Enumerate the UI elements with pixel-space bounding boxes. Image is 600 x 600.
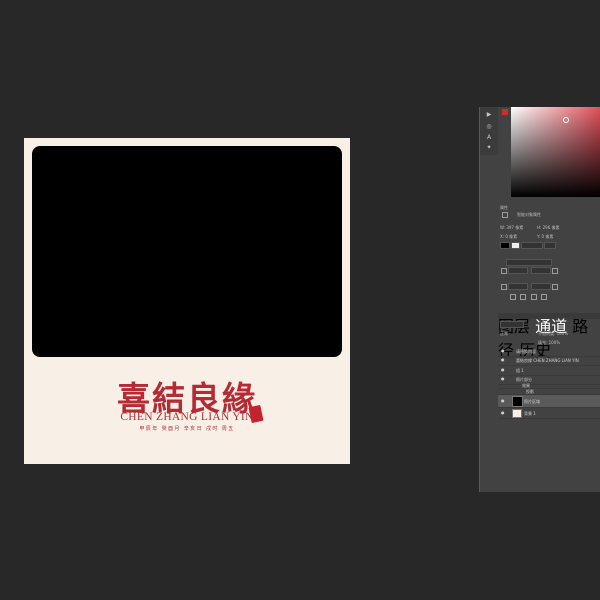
spacing-field-1[interactable] <box>508 267 528 274</box>
spacing-field-2[interactable] <box>531 267 551 274</box>
layer-name: 背景 1 <box>524 411 536 416</box>
height-field[interactable]: H: 296 像素 <box>537 225 560 231</box>
color-box[interactable] <box>500 242 510 249</box>
brush-icon[interactable]: A <box>485 135 493 141</box>
checkbox-1[interactable] <box>501 268 507 274</box>
color-picker-cursor[interactable] <box>563 117 569 123</box>
size-field[interactable] <box>521 242 543 249</box>
align-icon-1[interactable] <box>510 294 516 300</box>
x-field[interactable]: X: 0 像素 <box>500 234 517 240</box>
checkbox-2[interactable] <box>552 268 558 274</box>
properties-header: 属性 <box>500 205 508 210</box>
color-box-white[interactable] <box>511 242 520 249</box>
eye-icon[interactable]: ● <box>501 411 505 415</box>
tool-strip: ▶ ◎ A ✦ <box>480 107 498 155</box>
move-icon[interactable]: ▶ <box>485 112 493 118</box>
properties-kind: 智能对象属性 <box>517 212 541 217</box>
lasso-icon[interactable]: ◎ <box>485 124 493 130</box>
layer-thumbnail <box>512 409 522 418</box>
document-canvas[interactable]: 喜結良緣 CHEN ZHANG LIAN YIN 甲辰年 癸酉月 辛亥日 戌时 … <box>24 138 350 464</box>
eye-icon[interactable]: ● <box>501 399 505 403</box>
layer-thumbnail <box>512 396 523 407</box>
eye-icon[interactable]: ● <box>501 349 505 353</box>
color-picker[interactable] <box>511 107 600 197</box>
hand-icon[interactable]: ✦ <box>485 145 493 151</box>
layer-name: 照片部分 <box>516 377 532 382</box>
y-field[interactable]: Y: 0 像素 <box>537 234 553 240</box>
smart-object-icon <box>502 212 508 218</box>
layer-name: 效果 <box>522 383 530 388</box>
fill-field[interactable]: 填充: 100% <box>538 340 560 346</box>
checkbox-4[interactable] <box>552 284 558 290</box>
canvas-title-en: CHEN ZHANG LIAN YIN <box>120 411 254 423</box>
layer-name: 请替换内容 <box>516 349 536 354</box>
eye-icon[interactable]: ● <box>501 368 505 372</box>
align-icon-3[interactable] <box>531 294 537 300</box>
width-field[interactable]: W: 397 像素 <box>500 225 523 231</box>
align-icon-4[interactable] <box>541 294 547 300</box>
eye-icon[interactable]: ● <box>501 358 505 362</box>
layer-row[interactable]: ● 喜結良緣 CHEN ZHANG LIAN YIN <box>498 356 600 366</box>
opacity-field[interactable]: 不透明度: 100% <box>538 331 568 337</box>
spacing-field-4[interactable] <box>531 283 551 290</box>
layer-filter-select[interactable] <box>500 321 524 328</box>
layer-name: 喜結良緣 CHEN ZHANG LIAN YIN <box>516 358 579 363</box>
checkbox-3[interactable] <box>501 284 507 290</box>
option-field[interactable] <box>506 259 552 266</box>
layer-name: 投影 <box>526 389 534 394</box>
blend-mode-select[interactable]: 正常 <box>500 331 508 337</box>
layer-name: 照片区域 <box>524 399 540 404</box>
layer-name: 组 1 <box>516 368 524 373</box>
photo-placeholder[interactable] <box>32 146 342 357</box>
eye-icon[interactable]: ● <box>501 377 505 381</box>
layers-tabs: 图层 通道 路径 历史 <box>498 313 600 360</box>
layer-row-selected[interactable]: ● 照片区域 <box>498 395 600 408</box>
foreground-color-swatch[interactable] <box>502 109 508 115</box>
canvas-date-line: 甲辰年 癸酉月 辛亥日 戌时 周五 <box>139 426 235 432</box>
layer-row[interactable]: ● 背景 1 <box>498 408 600 419</box>
align-icon-2[interactable] <box>520 294 526 300</box>
spacing-field-3[interactable] <box>508 283 528 290</box>
unit-field[interactable] <box>544 242 556 249</box>
